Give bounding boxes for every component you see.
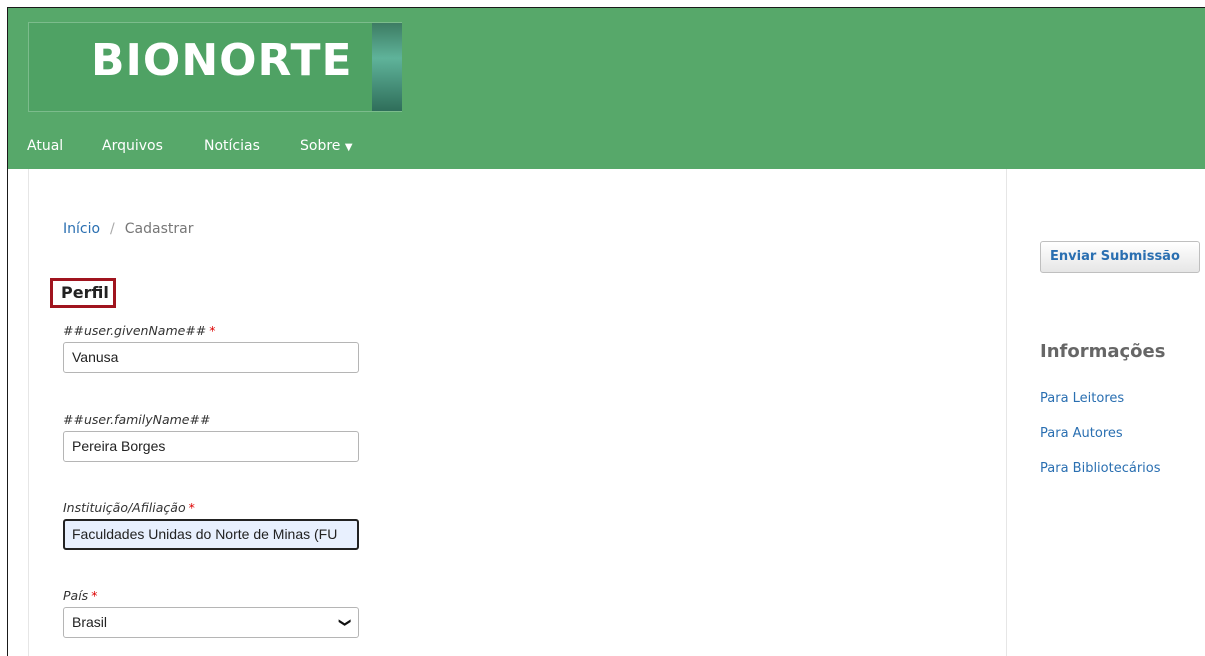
given-name-input[interactable]: Vanusa — [63, 342, 359, 373]
affiliation-input[interactable]: Faculdades Unidas do Norte de Minas (FU — [63, 519, 359, 550]
family-name-label: ##user.familyName## — [63, 412, 211, 427]
sidebar: Enviar Submissão Informações Para Leitor… — [1040, 169, 1205, 656]
breadcrumb-home-link[interactable]: Início — [63, 221, 100, 237]
link-para-autores[interactable]: Para Autores — [1040, 426, 1123, 441]
link-para-bibliotecarios[interactable]: Para Bibliotecários — [1040, 461, 1161, 476]
section-title-perfil: Perfil — [50, 278, 116, 308]
submit-button[interactable]: Enviar Submissão — [1040, 241, 1200, 273]
nav-item-arquivos[interactable]: Arquivos — [102, 138, 163, 154]
logo-text: BIONORTE — [91, 35, 353, 86]
given-name-label-text: ##user.givenName## — [63, 323, 207, 338]
affiliation-label-text: Instituição/Afiliação — [63, 500, 186, 515]
family-name-input[interactable]: Pereira Borges — [63, 431, 359, 462]
chevron-down-icon: ❯ — [338, 617, 353, 628]
site-logo[interactable]: BIONORTE — [28, 22, 402, 112]
nav-item-sobre-label: Sobre — [300, 138, 341, 154]
nav-item-noticias[interactable]: Notícias — [204, 138, 260, 154]
link-para-leitores[interactable]: Para Leitores — [1040, 391, 1124, 406]
breadcrumb-separator: / — [110, 221, 115, 237]
country-select[interactable]: Brasil ❯ — [63, 607, 359, 638]
nav-item-atual[interactable]: Atual — [27, 138, 63, 154]
main-content: Início / Cadastrar Perfil ##user.givenName… — [28, 169, 1007, 656]
site-header: BIONORTE Atual Arquivos Notícias Sobre ▼ — [8, 8, 1205, 169]
required-marker: * — [209, 323, 216, 338]
country-label: País * — [63, 588, 97, 603]
logo-image — [372, 23, 402, 111]
nav-item-sobre[interactable]: Sobre ▼ — [300, 138, 353, 154]
country-label-text: País — [63, 588, 89, 603]
breadcrumb-current: Cadastrar — [124, 221, 194, 237]
info-title: Informações — [1040, 341, 1166, 362]
breadcrumb: Início / Cadastrar — [63, 221, 193, 237]
browser-viewport: BIONORTE Atual Arquivos Notícias Sobre ▼… — [7, 7, 1205, 656]
required-marker: * — [188, 500, 195, 515]
country-select-value: Brasil — [72, 614, 108, 630]
required-marker: * — [91, 588, 98, 603]
affiliation-label: Instituição/Afiliação * — [63, 500, 195, 515]
caret-down-icon: ▼ — [344, 142, 353, 153]
given-name-label: ##user.givenName## * — [63, 323, 216, 338]
